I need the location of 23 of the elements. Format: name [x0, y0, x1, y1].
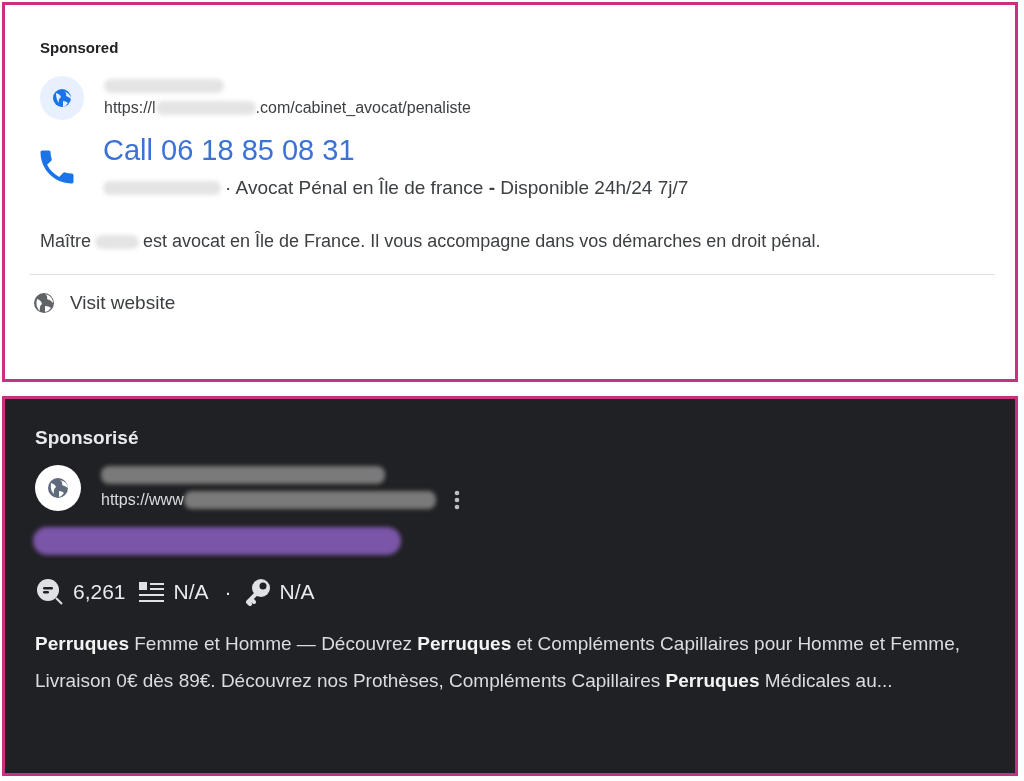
url-text: .com/cabinet_avocat/penaliste	[255, 99, 471, 117]
url-text: https://www	[101, 491, 184, 509]
key-icon	[243, 577, 272, 607]
stat-value: N/A	[279, 580, 315, 604]
ad-description: Maître	[40, 231, 91, 252]
visit-website-link[interactable]: Visit website	[70, 292, 176, 314]
more-options-icon[interactable]	[453, 490, 460, 510]
call-link[interactable]: Call 06 18 85 08 31	[103, 134, 689, 167]
globe-icon	[40, 76, 84, 120]
stat-value: N/A	[173, 580, 209, 604]
globe-icon	[32, 291, 56, 315]
globe-icon	[35, 465, 81, 511]
url-text: https://l	[104, 99, 156, 117]
ad-description: Perruques Femme et Homme — Découvrez Perruques et Compléments Capillaires pour Homme et Femme, Livraison 0€ dès 89€. Découvrez nos Prothèses, Compléments Capillaires Perruques Médicales au...	[35, 632, 961, 693]
stat-value: 6,261	[73, 580, 126, 604]
redaction-blur	[95, 234, 139, 249]
business-description: · Avocat Pénal en Île de france - Disponible 24h/24 7j/7	[225, 177, 689, 199]
sponsored-label: Sponsored	[40, 39, 120, 56]
ad-description: est avocat en Île de France. Il vous accompagne dans vos démarches en droit pénal.	[143, 231, 821, 252]
separator-dot: ·	[224, 580, 232, 604]
sponsored-label: Sponsorisé	[35, 427, 140, 449]
listing-icon	[137, 580, 166, 604]
search-icon	[35, 577, 65, 607]
